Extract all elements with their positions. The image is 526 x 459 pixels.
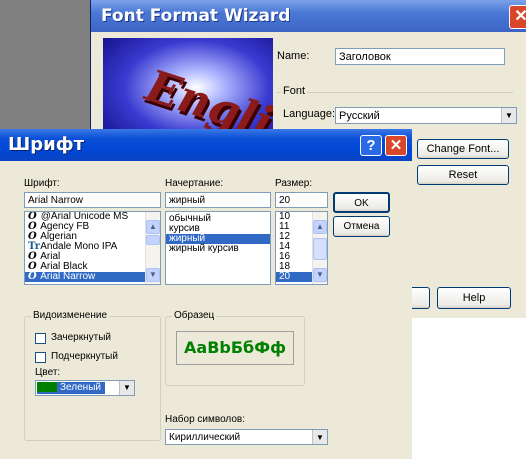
font-input[interactable]: Arial Narrow: [24, 192, 161, 208]
help-button[interactable]: Help: [437, 287, 511, 309]
font-dialog-title: Шрифт: [8, 134, 85, 155]
scroll-up-icon[interactable]: ▲: [146, 220, 160, 234]
font-dialog-title-bar[interactable]: Шрифт ? ✕: [0, 129, 412, 161]
wizard-title: Font Format Wizard: [101, 6, 291, 26]
font-list-scrollbar[interactable]: ▲ ▼: [145, 212, 160, 284]
font-group-line: [277, 92, 513, 93]
color-value: Зеленый: [60, 382, 101, 393]
language-value: Русский: [339, 110, 380, 122]
question-icon: ?: [366, 137, 376, 154]
size-input[interactable]: 20: [275, 192, 328, 208]
font-list[interactable]: O @Arial Unicode MS O Agency FB O Algerian…: [24, 211, 161, 285]
charset-value: Кириллический: [169, 432, 241, 443]
chevron-down-icon[interactable]: ▼: [119, 381, 134, 395]
strikeout-checkbox[interactable]: [35, 333, 46, 344]
color-label: Цвет:: [35, 367, 61, 378]
style-list-item[interactable]: жирный курсив: [166, 244, 270, 254]
cancel-button[interactable]: Отмена: [333, 216, 390, 237]
chevron-down-icon[interactable]: ▼: [312, 430, 327, 444]
charset-select[interactable]: Кириллический ▼: [165, 429, 328, 445]
size-list-item[interactable]: 20: [276, 272, 312, 282]
strikeout-label: Зачеркнутый: [51, 332, 111, 343]
sample-group: Образец AaBbБбФф: [165, 310, 305, 386]
font-dialog-body: Шрифт: Arial Narrow O @Arial Unicode MS O…: [4, 161, 408, 455]
ok-button[interactable]: OK: [333, 192, 390, 213]
size-label: Размер:: [275, 178, 313, 189]
reset-button[interactable]: Reset: [417, 165, 509, 185]
style-input[interactable]: жирный: [165, 192, 271, 208]
font-group-label: Font: [281, 85, 308, 97]
close-icon: ✕: [514, 8, 526, 25]
style-list[interactable]: обычный курсив жирный жирный курсив: [165, 211, 271, 285]
sample-text: AaBbБбФф: [184, 338, 286, 357]
size-list-scrollbar[interactable]: ▲ ▼: [312, 212, 327, 284]
underline-label: Подчеркнутый: [51, 351, 118, 362]
chevron-down-icon[interactable]: ▼: [501, 108, 516, 123]
sample-box: AaBbБбФф: [176, 331, 294, 365]
color-swatch: [37, 382, 57, 393]
sample-group-label: Образец: [172, 310, 217, 321]
font-name: Arial Narrow: [38, 271, 96, 282]
language-select[interactable]: Русский ▼: [335, 107, 517, 124]
style-list-items: обычный курсив жирный жирный курсив: [166, 214, 270, 254]
effects-group: Видоизменение Зачеркнутый Подчеркнутый Ц…: [24, 310, 161, 441]
effects-group-label: Видоизменение: [31, 310, 110, 321]
language-label: Language:: [283, 108, 335, 120]
color-select[interactable]: Зеленый ▼: [35, 380, 135, 396]
font-list-item[interactable]: O Arial Narrow: [25, 272, 160, 282]
dialog-close-button[interactable]: ✕: [385, 135, 407, 156]
size-list[interactable]: 10 11 12 14 16 18 20 ▲ ▼: [275, 211, 328, 285]
font-dialog: Шрифт ? ✕ Шрифт: Arial Narrow O @Arial U…: [0, 129, 412, 459]
change-font-button[interactable]: Change Font...: [417, 139, 509, 159]
wizard-close-button[interactable]: ✕: [509, 5, 526, 29]
name-input[interactable]: Заголовок: [335, 48, 505, 65]
wizard-title-bar[interactable]: Font Format Wizard ✕: [91, 0, 526, 32]
scroll-down-icon[interactable]: ▼: [313, 268, 327, 282]
font-label: Шрифт:: [24, 178, 60, 189]
close-icon: ✕: [389, 137, 403, 154]
opentype-font-icon: O: [28, 271, 37, 282]
help-title-button[interactable]: ?: [360, 135, 382, 156]
name-label: Name:: [277, 50, 310, 62]
charset-label: Набор символов:: [165, 414, 246, 425]
scroll-thumb[interactable]: [313, 238, 327, 260]
scroll-thumb[interactable]: [146, 235, 160, 245]
underline-checkbox[interactable]: [35, 352, 46, 363]
style-label: Начертание:: [165, 178, 224, 189]
font-list-items: O @Arial Unicode MS O Agency FB O Algerian…: [25, 212, 160, 282]
scroll-up-icon[interactable]: ▲: [313, 220, 327, 234]
scroll-down-icon[interactable]: ▼: [146, 268, 160, 282]
